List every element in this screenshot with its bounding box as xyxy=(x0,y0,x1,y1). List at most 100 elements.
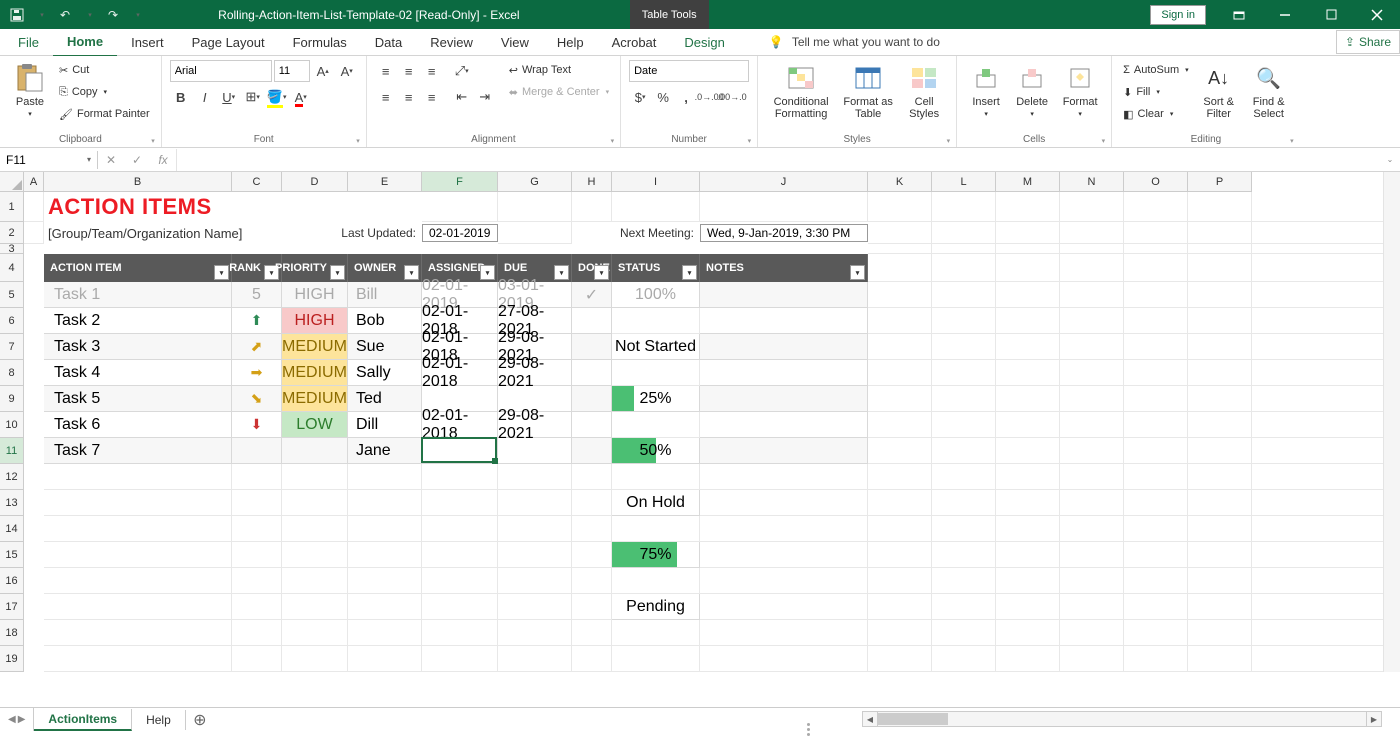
row-header[interactable]: 14 xyxy=(0,516,23,542)
table-cell-item[interactable]: Task 2 xyxy=(44,308,232,334)
fill-button[interactable]: ⬇Fill▾ xyxy=(1120,82,1192,102)
column-header[interactable]: G xyxy=(498,172,572,191)
redo-dropdown[interactable] xyxy=(126,4,148,26)
clear-button[interactable]: ◧Clear▾ xyxy=(1120,104,1192,124)
tab-data[interactable]: Data xyxy=(361,29,416,56)
orientation-icon[interactable]: ⤢▾ xyxy=(451,60,473,82)
row-header[interactable]: 18 xyxy=(0,620,23,646)
column-header[interactable]: L xyxy=(932,172,996,191)
row-header[interactable]: 16 xyxy=(0,568,23,594)
save-icon[interactable] xyxy=(6,4,28,26)
table-cell-notes[interactable] xyxy=(700,360,868,386)
column-header[interactable]: O xyxy=(1124,172,1188,191)
table-cell-notes[interactable] xyxy=(700,412,868,438)
table-cell-owner[interactable]: Sally xyxy=(348,360,422,386)
insert-cells-button[interactable]: Insert▾ xyxy=(965,60,1007,120)
table-cell-notes[interactable] xyxy=(700,282,868,308)
sort-filter-button[interactable]: A↓Sort & Filter xyxy=(1196,60,1242,122)
row-header[interactable]: 10 xyxy=(0,412,23,438)
qat-dropdown[interactable] xyxy=(30,4,52,26)
table-cell-item[interactable]: Task 5 xyxy=(44,386,232,412)
cut-button[interactable]: ✂Cut xyxy=(56,60,153,80)
fx-icon[interactable]: fx xyxy=(150,149,176,171)
table-cell-priority[interactable]: MEDIUM xyxy=(282,360,348,386)
sheet-nav[interactable]: ◀▶ xyxy=(0,708,34,731)
italic-button[interactable]: I xyxy=(194,86,216,108)
table-cell-rank[interactable]: ⬆ xyxy=(232,308,282,334)
table-cell-assigned[interactable]: 02-01-2018 xyxy=(422,412,498,438)
column-header[interactable]: K xyxy=(868,172,932,191)
tab-home[interactable]: Home xyxy=(53,28,117,57)
number-format-select[interactable] xyxy=(629,60,749,82)
table-cell-assigned[interactable]: 02-01-2018 xyxy=(422,360,498,386)
ribbon-display-icon[interactable] xyxy=(1216,0,1262,29)
tab-view[interactable]: View xyxy=(487,29,543,56)
font-name-select[interactable] xyxy=(170,60,272,82)
column-header[interactable]: F xyxy=(422,172,498,191)
align-left-icon[interactable]: ≡ xyxy=(375,86,397,108)
maximize-icon[interactable] xyxy=(1308,0,1354,29)
align-middle-icon[interactable]: ≡ xyxy=(398,60,420,82)
table-cell-notes[interactable] xyxy=(700,386,868,412)
tab-review[interactable]: Review xyxy=(416,29,487,56)
align-center-icon[interactable]: ≡ xyxy=(398,86,420,108)
filter-icon[interactable]: ▾ xyxy=(404,265,419,280)
paste-button[interactable]: Paste ▾ xyxy=(8,60,52,120)
table-cell-done[interactable] xyxy=(572,308,612,334)
table-cell-rank[interactable] xyxy=(232,438,282,464)
table-cell-item[interactable]: Task 3 xyxy=(44,334,232,360)
table-cell-done[interactable] xyxy=(572,386,612,412)
table-cell-item[interactable]: Task 6 xyxy=(44,412,232,438)
table-cell-status[interactable]: 50% xyxy=(612,438,700,464)
last-updated-value[interactable]: 02-01-2019 xyxy=(422,222,498,244)
row-header[interactable]: 15 xyxy=(0,542,23,568)
table-cell-rank[interactable]: ⬇ xyxy=(232,412,282,438)
table-header[interactable]: PRIORITY▾ xyxy=(282,254,348,282)
table-header[interactable]: ACTION ITEM▾ xyxy=(44,254,232,282)
table-cell-owner[interactable]: Ted xyxy=(348,386,422,412)
align-right-icon[interactable]: ≡ xyxy=(421,86,443,108)
table-cell-status[interactable]: Pending xyxy=(612,594,700,620)
table-cell-item[interactable]: Task 1 xyxy=(44,282,232,308)
table-cell-owner[interactable]: Bill xyxy=(348,282,422,308)
table-cell-priority[interactable]: MEDIUM xyxy=(282,386,348,412)
row-header[interactable]: 12 xyxy=(0,464,23,490)
tab-formulas[interactable]: Formulas xyxy=(279,29,361,56)
filter-icon[interactable]: ▾ xyxy=(214,265,229,280)
sign-in-button[interactable]: Sign in xyxy=(1150,5,1206,25)
table-cell-priority[interactable]: MEDIUM xyxy=(282,334,348,360)
row-header[interactable]: 3 xyxy=(0,244,23,254)
column-header[interactable]: C xyxy=(232,172,282,191)
border-button[interactable]: ⊞▾ xyxy=(242,86,264,108)
cell-styles-button[interactable]: Cell Styles xyxy=(900,60,948,122)
table-cell-notes[interactable] xyxy=(700,438,868,464)
column-header[interactable]: E xyxy=(348,172,422,191)
tab-acrobat[interactable]: Acrobat xyxy=(598,29,671,56)
row-header[interactable]: 9 xyxy=(0,386,23,412)
decrease-font-icon[interactable]: A▾ xyxy=(336,60,358,82)
table-cell-status[interactable]: On Hold xyxy=(612,490,700,516)
row-header[interactable]: 2 xyxy=(0,222,23,244)
minimize-icon[interactable] xyxy=(1262,0,1308,29)
decrease-decimal-icon[interactable]: .00→.0 xyxy=(721,86,743,108)
table-header[interactable]: NOTES▾ xyxy=(700,254,868,282)
increase-font-icon[interactable]: A▴ xyxy=(312,60,334,82)
table-cell-done[interactable] xyxy=(572,334,612,360)
grid[interactable]: ACTION ITEMS[Group/Team/Organization Nam… xyxy=(24,192,1400,672)
column-header[interactable]: B xyxy=(44,172,232,191)
share-button[interactable]: ⇪ Share xyxy=(1336,30,1400,54)
format-as-table-button[interactable]: Format as Table xyxy=(840,60,896,122)
table-cell-notes[interactable] xyxy=(700,334,868,360)
table-cell-priority[interactable]: HIGH xyxy=(282,308,348,334)
filter-icon[interactable]: ▾ xyxy=(594,265,609,280)
wrap-text-button[interactable]: ↩Wrap Text xyxy=(506,60,612,80)
table-cell-due[interactable]: 29-08-2021 xyxy=(498,360,572,386)
underline-button[interactable]: U▾ xyxy=(218,86,240,108)
table-cell-rank[interactable]: 5 xyxy=(232,282,282,308)
filter-icon[interactable]: ▾ xyxy=(682,265,697,280)
find-select-button[interactable]: 🔍Find & Select xyxy=(1246,60,1292,122)
column-header[interactable]: H xyxy=(572,172,612,191)
table-cell-due[interactable] xyxy=(498,438,572,464)
row-header[interactable]: 8 xyxy=(0,360,23,386)
vertical-scrollbar[interactable] xyxy=(1383,172,1400,672)
